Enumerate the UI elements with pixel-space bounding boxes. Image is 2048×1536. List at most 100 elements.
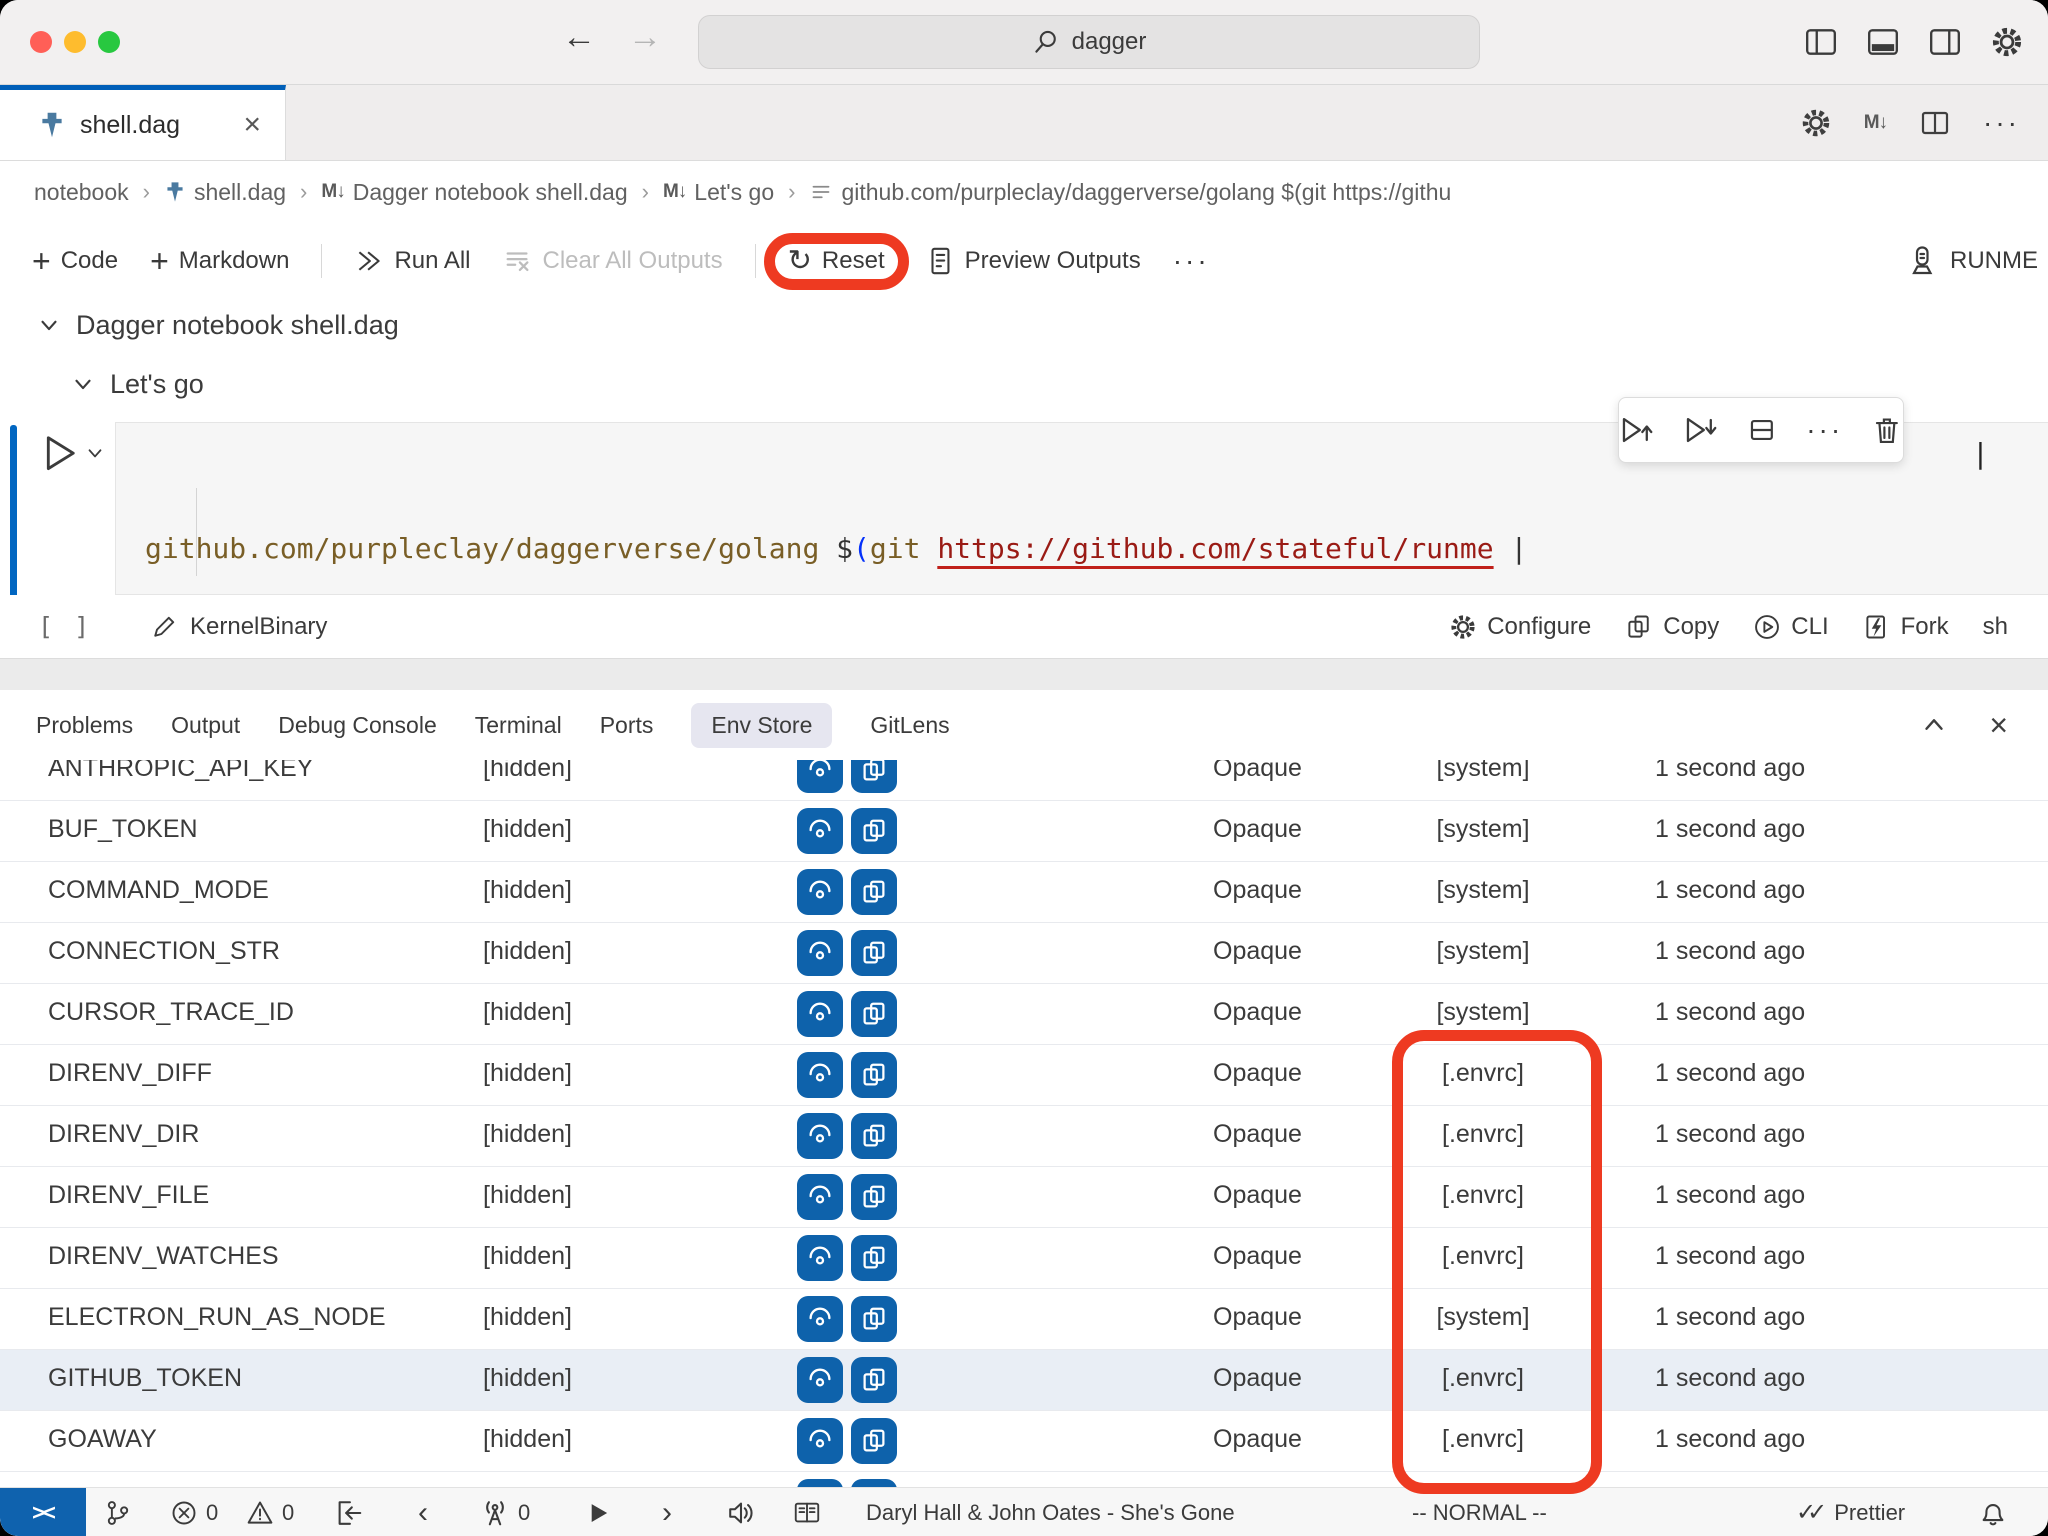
copy-button[interactable]: Copy <box>1625 613 1719 641</box>
env-table-row[interactable]: DIRENV_WATCHES [hidden] Opaque [.envrc] … <box>0 1228 2048 1289</box>
toggle-secondary-sidebar-icon[interactable] <box>1928 25 1962 59</box>
markdown-preview-icon[interactable]: M↓ <box>1864 112 1887 134</box>
close-tab-icon[interactable]: × <box>243 108 261 142</box>
close-window-button[interactable] <box>30 31 52 53</box>
toolbar-more-actions-icon[interactable]: ··· <box>1173 245 1210 277</box>
notifications-item[interactable] <box>1978 1488 2008 1536</box>
minimize-window-button[interactable] <box>64 31 86 53</box>
env-table-row[interactable]: DIRENV_DIFF [hidden] Opaque [.envrc] 1 s… <box>0 1045 2048 1106</box>
copy-value-button[interactable] <box>851 1357 897 1403</box>
copy-value-button[interactable] <box>851 991 897 1037</box>
copy-value-button[interactable] <box>851 1296 897 1342</box>
breadcrumb-notebook[interactable]: notebook <box>34 179 129 206</box>
reveal-value-button[interactable] <box>797 1052 843 1098</box>
delete-cell-icon[interactable] <box>1871 414 1903 446</box>
copy-value-button[interactable] <box>851 1113 897 1159</box>
reveal-value-button[interactable] <box>797 1357 843 1403</box>
env-table-row[interactable]: COMMAND_MODE [hidden] Opaque [system] 1 … <box>0 862 2048 923</box>
editor-more-actions-icon[interactable]: ··· <box>1983 107 2020 139</box>
source-control-item[interactable] <box>104 1488 132 1536</box>
env-table-row[interactable]: CURSOR_TRACE_ID [hidden] Opaque [system]… <box>0 984 2048 1045</box>
panel-tab-output[interactable]: Output <box>171 703 240 748</box>
notebook-settings-gear-icon[interactable] <box>1800 107 1832 139</box>
add-code-cell-button[interactable]: + Code <box>32 245 118 277</box>
copy-value-button[interactable] <box>851 760 897 793</box>
breadcrumb-notebook-title[interactable]: M↓ Dagger notebook shell.dag <box>321 179 627 206</box>
collapse-chevron-icon[interactable] <box>36 312 62 338</box>
close-panel-icon[interactable]: × <box>1989 709 2008 741</box>
execute-cells-above-icon[interactable] <box>1619 414 1655 446</box>
navigate-forward-button[interactable]: → <box>628 18 662 57</box>
now-playing-item[interactable]: Daryl Hall & John Oates - She's Gone <box>866 1488 1235 1536</box>
add-markdown-cell-button[interactable]: + Markdown <box>150 245 289 277</box>
env-table-row[interactable]: ELECTRON_RUN_AS_NODE [hidden] Opaque [sy… <box>0 1289 2048 1350</box>
breadcrumb-shell-dag[interactable]: shell.dag <box>164 179 286 206</box>
reset-button[interactable]: ↻ Reset <box>788 247 885 276</box>
copy-value-button[interactable] <box>851 930 897 976</box>
copy-value-button[interactable] <box>851 808 897 854</box>
toggle-sidebar-icon[interactable] <box>1804 25 1838 59</box>
next-item-chevron[interactable]: › <box>662 1488 672 1536</box>
run-cell-button[interactable] <box>40 433 106 471</box>
panel-tab-problems[interactable]: Problems <box>36 703 133 748</box>
panel-tab-env-store[interactable]: Env Store <box>691 703 832 748</box>
run-all-button[interactable]: Run All <box>354 247 470 275</box>
run-options-chevron-icon[interactable] <box>84 442 106 464</box>
breadcrumb-section[interactable]: M↓ Let's go <box>663 179 774 206</box>
settings-gear-icon[interactable] <box>1990 25 2024 59</box>
volume-item[interactable] <box>726 1488 756 1536</box>
clear-all-outputs-button[interactable]: Clear All Outputs <box>503 246 723 276</box>
zoom-window-button[interactable] <box>98 31 120 53</box>
collapse-chevron-icon[interactable] <box>70 371 96 397</box>
split-cell-icon[interactable] <box>1746 414 1778 446</box>
fork-button[interactable]: Fork <box>1863 613 1949 641</box>
runme-button[interactable]: RUNME <box>1906 245 2038 277</box>
env-table-row[interactable]: GOAWAY [hidden] Opaque [.envrc] 1 second… <box>0 1411 2048 1472</box>
tab-shell-dag[interactable]: shell.dag × <box>0 85 286 160</box>
env-table-row[interactable]: HOME [hidden] Opaque [system] 1 second a… <box>0 1472 2048 1487</box>
env-table-row[interactable]: CONNECTION_STR [hidden] Opaque [system] … <box>0 923 2048 984</box>
maximize-panel-chevron-icon[interactable] <box>1919 710 1949 740</box>
reading-item[interactable] <box>792 1488 822 1536</box>
env-table-row[interactable]: ANTHROPIC_API_KEY [hidden] Opaque [syste… <box>0 760 2048 801</box>
panel-tab-ports[interactable]: Ports <box>600 703 654 748</box>
code-link[interactable]: https://github.com/stateful/runme <box>937 532 1493 565</box>
sign-out-item[interactable] <box>334 1488 364 1536</box>
formatter-item[interactable]: ✓✓ Prettier <box>1796 1488 1905 1536</box>
reveal-value-button[interactable] <box>797 869 843 915</box>
remote-indicator[interactable]: >< <box>0 1488 86 1536</box>
env-table-row[interactable]: GITHUB_TOKEN [hidden] Opaque [.envrc] 1 … <box>0 1350 2048 1411</box>
reveal-value-button[interactable] <box>797 808 843 854</box>
env-table-row[interactable]: DIRENV_FILE [hidden] Opaque [.envrc] 1 s… <box>0 1167 2048 1228</box>
cell-language-indicator[interactable]: sh <box>1983 613 2008 641</box>
reveal-value-button[interactable] <box>797 760 843 793</box>
split-editor-icon[interactable] <box>1919 107 1951 139</box>
reveal-value-button[interactable] <box>797 991 843 1037</box>
reveal-value-button[interactable] <box>797 930 843 976</box>
execute-cell-and-below-icon[interactable] <box>1683 414 1719 446</box>
breadcrumb-cell[interactable]: github.com/purpleclay/daggerverse/golang… <box>809 179 1451 206</box>
reveal-value-button[interactable] <box>797 1113 843 1159</box>
navigate-back-button[interactable]: ← <box>562 18 596 57</box>
reveal-value-button[interactable] <box>797 1174 843 1220</box>
cli-button[interactable]: CLI <box>1753 613 1828 641</box>
vim-mode-indicator[interactable]: -- NORMAL -- <box>1412 1488 1547 1536</box>
problems-warnings-item[interactable]: 0 <box>246 1488 294 1536</box>
kernel-picker-button[interactable]: KernelBinary <box>150 613 327 641</box>
reveal-value-button[interactable] <box>797 1479 843 1487</box>
cell-more-actions-icon[interactable]: ··· <box>1806 414 1843 446</box>
reveal-value-button[interactable] <box>797 1418 843 1464</box>
panel-tab-debug-console[interactable]: Debug Console <box>278 703 437 748</box>
toggle-panel-icon[interactable] <box>1866 25 1900 59</box>
preview-outputs-button[interactable]: Preview Outputs <box>925 246 1141 276</box>
configure-button[interactable]: Configure <box>1449 613 1591 641</box>
problems-errors-item[interactable]: 0 <box>170 1488 218 1536</box>
copy-value-button[interactable] <box>851 1479 897 1487</box>
copy-value-button[interactable] <box>851 1052 897 1098</box>
panel-tab-gitlens[interactable]: GitLens <box>870 703 949 748</box>
reveal-value-button[interactable] <box>797 1235 843 1281</box>
copy-value-button[interactable] <box>851 1235 897 1281</box>
ports-item[interactable]: 0 <box>480 1488 530 1536</box>
panel-tab-terminal[interactable]: Terminal <box>475 703 562 748</box>
reveal-value-button[interactable] <box>797 1296 843 1342</box>
